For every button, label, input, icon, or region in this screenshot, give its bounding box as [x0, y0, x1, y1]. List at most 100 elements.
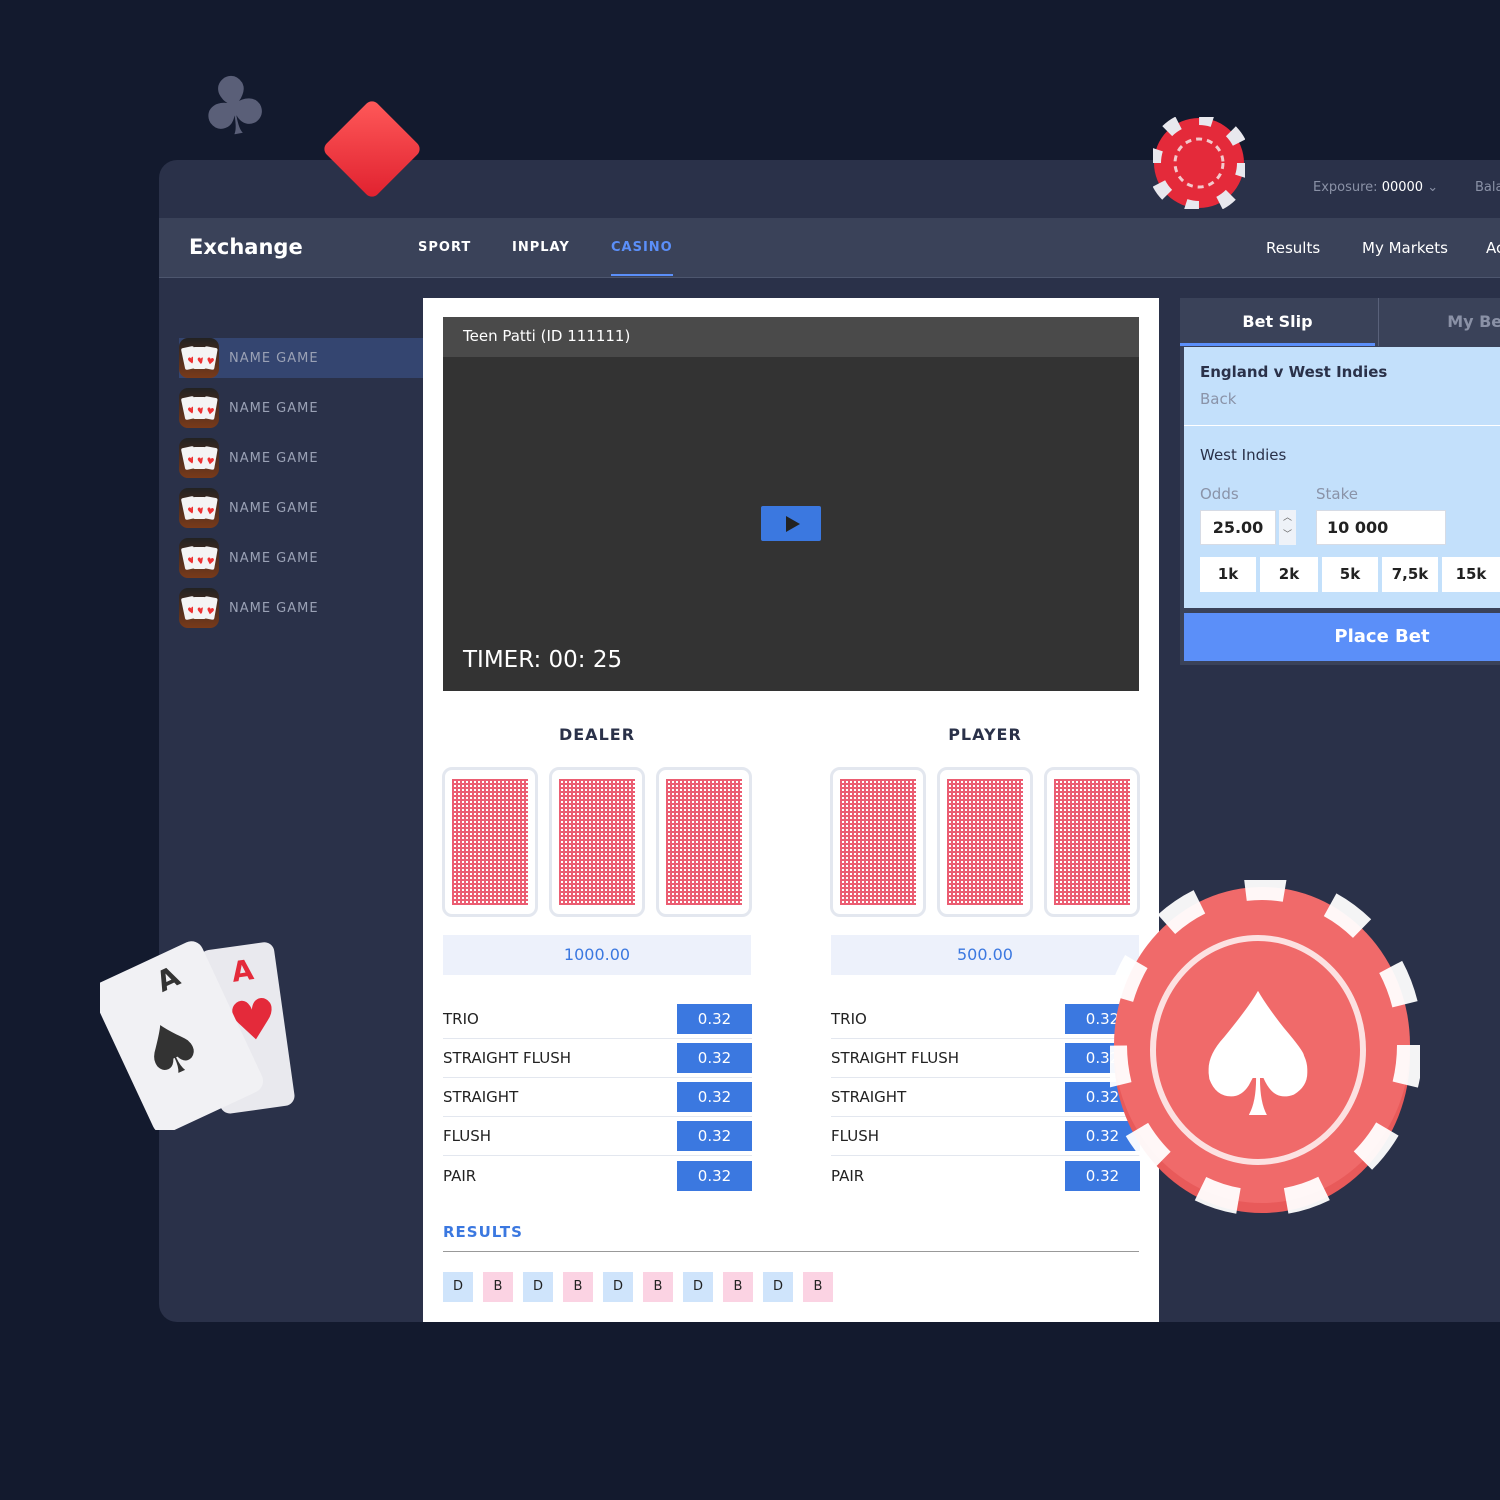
play-icon[interactable]: [761, 506, 821, 541]
tab-sport[interactable]: SPORT: [418, 240, 471, 255]
dealer-amount: 1000.00: [443, 935, 751, 975]
sidebar-item-label: NAME GAME: [229, 550, 319, 566]
ace-cards-icon: A♥ A♠: [100, 941, 295, 1130]
bet-name: FLUSH: [831, 1127, 880, 1145]
results-heading: RESULTS: [443, 1223, 1139, 1252]
cards-game-icon: [179, 588, 219, 628]
card-back: [656, 767, 752, 917]
chevron-up-icon[interactable]: ︿: [1279, 510, 1296, 527]
odds-button[interactable]: 0.32: [677, 1004, 752, 1034]
bet-name: STRAIGHT FLUSH: [443, 1049, 572, 1067]
stake-input[interactable]: 10 000: [1316, 510, 1446, 545]
card-back: [549, 767, 645, 917]
exposure-label: Exposure:: [1313, 180, 1378, 195]
sidebar-item-label: NAME GAME: [229, 400, 319, 416]
odds-button[interactable]: 0.32: [677, 1082, 752, 1112]
dealer-label: DEALER: [558, 725, 636, 744]
selection-name: West Indies: [1200, 446, 1287, 464]
bet-row: TRIO 0.32: [831, 1000, 1140, 1039]
bet-name: STRAIGHT: [831, 1088, 907, 1106]
results-link[interactable]: Results: [1266, 239, 1320, 257]
tab-inplay[interactable]: INPLAY: [512, 240, 570, 255]
bet-name: PAIR: [443, 1166, 477, 1185]
account-link[interactable]: Ac: [1486, 239, 1500, 257]
dealer-bets: TRIO 0.32 STRAIGHT FLUSH 0.32 STRAIGHT 0.32…: [443, 1000, 752, 1195]
stake-chip-1k[interactable]: 1k: [1200, 557, 1256, 592]
stake-chip-15k[interactable]: 15k: [1442, 557, 1500, 592]
my-markets-link[interactable]: My Markets: [1362, 239, 1448, 257]
bet-type: Back: [1200, 390, 1237, 408]
card-back: [937, 767, 1033, 917]
odds-button[interactable]: 0.32: [677, 1121, 752, 1151]
result-badge: B: [723, 1272, 753, 1302]
tab-bet-slip[interactable]: Bet Slip: [1180, 298, 1375, 346]
brand-logo[interactable]: Exchange: [189, 235, 303, 259]
sidebar-item-game[interactable]: NAME GAME: [179, 588, 423, 628]
bet-slip: Bet Slip My Bet England v West Indies Ba…: [1180, 298, 1500, 665]
tab-casino[interactable]: CASINO: [611, 240, 673, 276]
bet-name: PAIR: [831, 1166, 865, 1185]
odds-button[interactable]: 0.32: [677, 1160, 752, 1191]
exposure-dropdown[interactable]: Exposure: 00000 ⌄: [1313, 180, 1438, 195]
balance-label: Bala: [1475, 180, 1500, 195]
results-list: D B D B D B D B D B: [443, 1272, 833, 1302]
sidebar-item-label: NAME GAME: [229, 500, 319, 516]
exposure-value: 00000: [1381, 180, 1424, 195]
result-badge: B: [483, 1272, 513, 1302]
sidebar-item-label: NAME GAME: [229, 350, 319, 366]
bet-row: STRAIGHT 0.32: [831, 1078, 1140, 1117]
sidebar-item-game[interactable]: NAME GAME: [179, 538, 423, 578]
video-player[interactable]: Teen Patti (ID 111111) TIMER: 00: 25: [443, 317, 1139, 691]
sidebar-item-label: NAME GAME: [229, 600, 319, 616]
sidebar-item-label: NAME GAME: [229, 450, 319, 466]
bet-slip-body: England v West Indies Back West Indies O…: [1184, 347, 1500, 608]
odds-label: Odds: [1200, 485, 1239, 503]
stake-chip-5k[interactable]: 5k: [1322, 557, 1378, 592]
sidebar-item-game[interactable]: NAME GAME: [179, 338, 423, 378]
card-back: [830, 767, 926, 917]
bet-row: STRAIGHT FLUSH 0.32: [443, 1039, 752, 1078]
odds-stepper[interactable]: ︿ ﹀: [1279, 510, 1296, 545]
odds-input[interactable]: 25.00: [1200, 510, 1276, 545]
bet-row: PAIR 0.32: [831, 1156, 1140, 1195]
player-label: PLAYER: [948, 725, 1022, 744]
timer: TIMER: 00: 25: [463, 647, 623, 673]
result-badge: B: [563, 1272, 593, 1302]
bet-name: STRAIGHT FLUSH: [831, 1049, 960, 1067]
tab-my-bets[interactable]: My Bet: [1378, 298, 1500, 346]
place-bet-button[interactable]: Place Bet: [1184, 613, 1500, 661]
sidebar-item-game[interactable]: NAME GAME: [179, 438, 423, 478]
svg-text:♠: ♠: [1182, 958, 1334, 1156]
stake-chip-7-5k[interactable]: 7,5k: [1382, 557, 1438, 592]
game-title: Teen Patti (ID 111111): [443, 317, 1139, 357]
bet-row: TRIO 0.32: [443, 1000, 752, 1039]
bet-row: STRAIGHT 0.32: [443, 1078, 752, 1117]
stake-chip-2k[interactable]: 2k: [1260, 557, 1318, 592]
cards-game-icon: [179, 338, 219, 378]
game-panel: Teen Patti (ID 111111) TIMER: 00: 25 DEA…: [423, 298, 1159, 1322]
spade-chip-icon: ♠: [1110, 880, 1420, 1216]
match-name: England v West Indies: [1200, 363, 1388, 381]
sidebar-item-game[interactable]: NAME GAME: [179, 388, 423, 428]
chevron-down-icon[interactable]: ﹀: [1279, 527, 1296, 544]
bet-name: TRIO: [831, 1010, 867, 1028]
chevron-down-icon: ⌄: [1427, 180, 1439, 195]
result-badge: D: [603, 1272, 633, 1302]
cards-game-icon: [179, 388, 219, 428]
result-badge: D: [763, 1272, 793, 1302]
main-nav: Exchange SPORT INPLAY CASINO Results My …: [159, 218, 1500, 278]
result-badge: D: [683, 1272, 713, 1302]
result-badge: D: [443, 1272, 473, 1302]
bet-row: FLUSH 0.32: [831, 1117, 1140, 1156]
stake-label: Stake: [1316, 485, 1358, 503]
player-amount: 500.00: [831, 935, 1139, 975]
bet-row: STRAIGHT FLUSH 0.32: [831, 1039, 1140, 1078]
cards-game-icon: [179, 538, 219, 578]
bet-name: FLUSH: [443, 1127, 492, 1145]
poker-chip-icon: [1153, 117, 1245, 209]
odds-button[interactable]: 0.32: [677, 1043, 752, 1073]
bet-name: STRAIGHT: [443, 1088, 519, 1106]
card-back: [442, 767, 538, 917]
sidebar-item-game[interactable]: NAME GAME: [179, 488, 423, 528]
bet-name: TRIO: [443, 1010, 479, 1028]
